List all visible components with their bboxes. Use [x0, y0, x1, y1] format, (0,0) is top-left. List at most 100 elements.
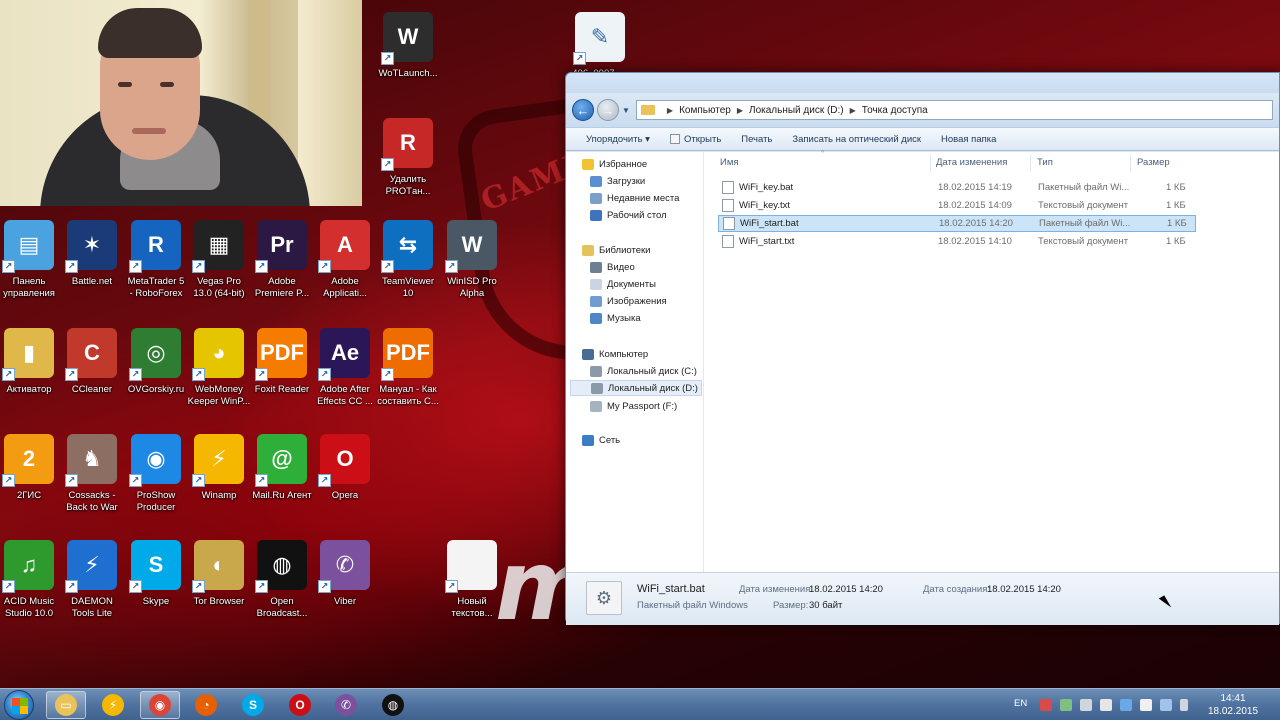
app-glyph: ♫: [20, 552, 38, 577]
network-tray-icon[interactable]: [1060, 699, 1072, 711]
desktop-icon[interactable]: ▦ ↗ Vegas Pro 13.0 (64-bit): [187, 220, 251, 300]
power-tray-icon[interactable]: [1180, 699, 1188, 711]
organize-button[interactable]: Упорядочить ▾: [576, 134, 660, 145]
desktop-icon[interactable]: W ↗ WoTLaunch...: [376, 12, 440, 80]
desktop-icon[interactable]: C ↗ CCleaner: [60, 328, 124, 396]
desktop-icon[interactable]: ◍ ↗ Open Broadcast...: [250, 540, 314, 620]
desktop-icon[interactable]: ▮ ↗ Активатор: [0, 328, 61, 396]
column-type[interactable]: Тип: [1037, 157, 1053, 168]
nav-item-label: Рабочий стол: [607, 209, 667, 221]
desktop-icon[interactable]: W ↗ WinISD Pro Alpha: [440, 220, 504, 300]
nav-item[interactable]: Видео: [570, 259, 702, 275]
open-button[interactable]: Открыть: [660, 134, 731, 145]
new-folder-button[interactable]: Новая папка: [931, 134, 1006, 145]
nav-item[interactable]: Библиотеки: [570, 242, 702, 258]
nav-item[interactable]: Избранное: [570, 156, 702, 172]
column-size[interactable]: Размер: [1137, 157, 1170, 168]
app-icon: A ↗: [318, 220, 370, 273]
obs-taskbar-button[interactable]: ◍: [373, 691, 413, 719]
explorer-taskbar-button[interactable]: ▭: [46, 691, 86, 719]
chevron-right-icon[interactable]: ▶: [667, 106, 673, 115]
shortcut-arrow-icon: ↗: [318, 260, 331, 273]
desktop-icon[interactable]: ♫ ↗ ACID Music Studio 10.0: [0, 540, 61, 620]
nav-item[interactable]: Документы: [570, 276, 702, 292]
print-button[interactable]: Печать: [731, 134, 782, 145]
desktop-icon[interactable]: R ↗ Удалить PROTан...: [376, 118, 440, 198]
nav-item[interactable]: Загрузки: [570, 173, 702, 189]
desktop-icon[interactable]: ⚡ ↗ DAEMON Tools Lite: [60, 540, 124, 620]
nav-item[interactable]: My Passport (F:): [570, 398, 702, 414]
breadcrumb-computer[interactable]: Компьютер: [679, 105, 731, 116]
nav-item[interactable]: Недавние места: [570, 190, 702, 206]
nav-item[interactable]: Локальный диск (D:): [570, 380, 702, 396]
desktop-icon-label: Winamp: [201, 490, 237, 501]
firefox-taskbar-button[interactable]: ◔: [186, 691, 226, 719]
nav-item[interactable]: Изображения: [570, 293, 702, 309]
back-button[interactable]: ←: [572, 99, 594, 121]
nav-item[interactable]: Рабочий стол: [570, 207, 702, 223]
file-row[interactable]: WiFi_key.bat 18.02.2015 14:19 Пакетный фай…: [718, 179, 1196, 196]
burn-button[interactable]: Записать на оптический диск: [782, 134, 931, 145]
file-row[interactable]: WiFi_start.txt 18.02.2015 14:10 Текстовый …: [718, 233, 1196, 250]
nav-item[interactable]: Музыка: [570, 310, 702, 326]
bluetooth-tray-icon[interactable]: [1120, 699, 1132, 711]
shortcut-arrow-icon: ↗: [381, 52, 394, 65]
desktop-icon[interactable]: A ↗ Adobe Applicati...: [313, 220, 377, 300]
skype-taskbar-button[interactable]: S: [233, 691, 273, 719]
desktop-icon-label: Мануал - Как составить С...: [377, 384, 439, 407]
volume-icon[interactable]: [1080, 699, 1092, 711]
desktop-icon[interactable]: R ↗ MetaTrader 5 - RoboForex: [124, 220, 188, 300]
desktop-icon[interactable]: ◉ ↗ ProShow Producer: [124, 434, 188, 514]
start-button[interactable]: [4, 690, 34, 720]
star-icon: [582, 158, 594, 170]
language-indicator[interactable]: EN: [1014, 698, 1027, 709]
monitor-tray-icon[interactable]: [1160, 699, 1172, 711]
flash-drive-tray-icon[interactable]: [1140, 699, 1152, 711]
desktop-icon[interactable]: ◎ ↗ OVGorskiy.ru: [124, 328, 188, 396]
column-name[interactable]: Имя: [720, 157, 739, 168]
antivirus-tray-icon[interactable]: [1040, 699, 1052, 711]
desktop-icon[interactable]: ↗ Новый текстов...: [440, 540, 504, 620]
shortcut-arrow-icon: ↗: [65, 368, 78, 381]
desktop-icon[interactable]: PDF ↗ Мануал - Как составить С...: [376, 328, 440, 408]
desktop-icon[interactable]: ⚡ ↗ Winamp: [187, 434, 251, 502]
explorer-window[interactable]: ← → ▼ ▶ Компьютер ▶ Локальный диск (D:) …: [565, 72, 1280, 625]
chevron-right-icon[interactable]: ▶: [850, 106, 856, 115]
desktop-icon-label: Tor Browser: [193, 596, 245, 607]
desktop-icon[interactable]: ✆ ↗ Viber: [313, 540, 377, 608]
file-row[interactable]: WiFi_start.bat 18.02.2015 14:20 Пакетный ф…: [718, 215, 1196, 232]
desktop-icon[interactable]: S ↗ Skype: [124, 540, 188, 608]
breadcrumb-hotspot[interactable]: Точка доступа: [862, 105, 928, 116]
opera-taskbar-button[interactable]: O: [280, 691, 320, 719]
address-bar[interactable]: ▶ Компьютер ▶ Локальный диск (D:) ▶ Точк…: [635, 100, 1273, 120]
desktop-icon[interactable]: ◕ ↗ WebMoney Keeper WinP...: [187, 328, 251, 408]
desktop-icon[interactable]: Ae ↗ Adobe After Effects CC ...: [313, 328, 377, 408]
desktop-icon[interactable]: ◐ ↗ Tor Browser: [187, 540, 251, 608]
desktop-icon[interactable]: 2 ↗ 2ГИС: [0, 434, 61, 502]
chevron-right-icon[interactable]: ▶: [737, 106, 743, 115]
nav-item[interactable]: Локальный диск (C:): [570, 363, 702, 379]
desktop-icon[interactable]: ♞ ↗ Cossacks - Back to War: [60, 434, 124, 514]
chrome-taskbar-button[interactable]: ◉: [140, 691, 180, 719]
desktop-icon[interactable]: O ↗ Opera: [313, 434, 377, 502]
column-date[interactable]: Дата изменения: [936, 157, 1007, 168]
desktop-icon[interactable]: @ ↗ Mail.Ru Агент: [250, 434, 314, 502]
viber-taskbar-button[interactable]: ✆: [326, 691, 366, 719]
desktop-icon[interactable]: ▤ ↗ Панель управления: [0, 220, 61, 300]
nav-item[interactable]: Компьютер: [570, 346, 702, 362]
winamp-taskbar-button[interactable]: ⚡: [93, 691, 133, 719]
desktop-icon[interactable]: PDF ↗ Foxit Reader: [250, 328, 314, 396]
nav-item[interactable]: Сеть: [570, 432, 702, 448]
desktop-icon[interactable]: ✶ ↗ Battle.net: [60, 220, 124, 288]
tools-tray-icon[interactable]: [1100, 699, 1112, 711]
system-clock[interactable]: 14:41 18.02.2015: [1205, 692, 1261, 718]
desktop-icon[interactable]: Pr ↗ Adobe Premiere P...: [250, 220, 314, 300]
shortcut-arrow-icon: ↗: [381, 368, 394, 381]
title-bar[interactable]: [566, 73, 1279, 93]
desktop-icon[interactable]: ⇆ ↗ TeamViewer 10: [376, 220, 440, 300]
forward-button[interactable]: →: [597, 99, 619, 121]
breadcrumb-drive-d[interactable]: Локальный диск (D:): [749, 105, 844, 116]
recent-dropdown-icon[interactable]: ▼: [622, 106, 630, 115]
desktop-icon[interactable]: ✎↗406_0007_...: [568, 12, 632, 80]
file-row[interactable]: WiFi_key.txt 18.02.2015 14:09 Текстовый до…: [718, 197, 1196, 214]
